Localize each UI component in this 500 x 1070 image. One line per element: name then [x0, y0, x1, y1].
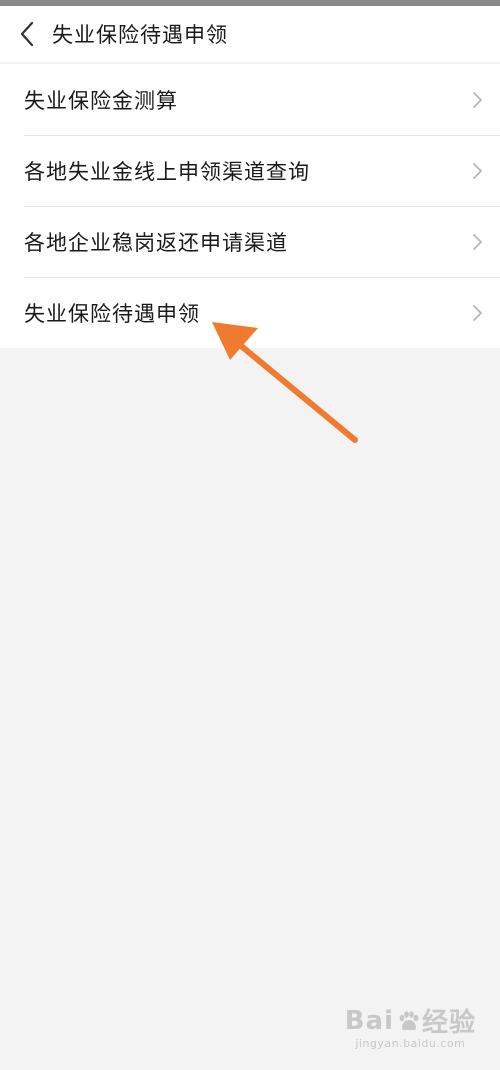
menu-item-label: 失业保险金测算	[24, 88, 178, 113]
app-header: 失业保险待遇申领	[0, 6, 500, 62]
watermark-url: jingyan.baidu.com	[355, 1037, 466, 1050]
baidu-watermark: Bai 经验 jingyan.baidu.com	[345, 1002, 476, 1051]
chevron-right-icon	[473, 91, 482, 108]
menu-item-job-stabilization[interactable]: 各地企业稳岗返还申请渠道	[0, 206, 500, 277]
chevron-left-icon	[20, 21, 34, 47]
menu-item-benefit-application[interactable]: 失业保险待遇申领	[0, 277, 500, 348]
menu-item-label: 失业保险待遇申领	[24, 301, 200, 326]
chevron-right-icon	[473, 162, 482, 179]
watermark-brand-left: Bai	[344, 1005, 394, 1036]
chevron-right-icon	[473, 233, 482, 250]
watermark-brand-right: 经验	[421, 1008, 476, 1038]
back-button[interactable]	[4, 6, 50, 62]
menu-item-label: 各地企业稳岗返还申请渠道	[24, 230, 288, 255]
menu-list: 失业保险金测算 各地失业金线上申领渠道查询 各地企业稳岗返还申请渠道 失业保险待…	[0, 64, 500, 348]
paw-icon	[399, 1010, 419, 1030]
chevron-right-icon	[473, 304, 482, 321]
menu-item-label: 各地失业金线上申领渠道查询	[24, 159, 310, 184]
menu-item-online-channels[interactable]: 各地失业金线上申领渠道查询	[0, 135, 500, 206]
menu-item-unemployment-calc[interactable]: 失业保险金测算	[0, 64, 500, 135]
page-title: 失业保险待遇申领	[52, 23, 228, 47]
watermark-brand: Bai 经验	[345, 1002, 476, 1039]
